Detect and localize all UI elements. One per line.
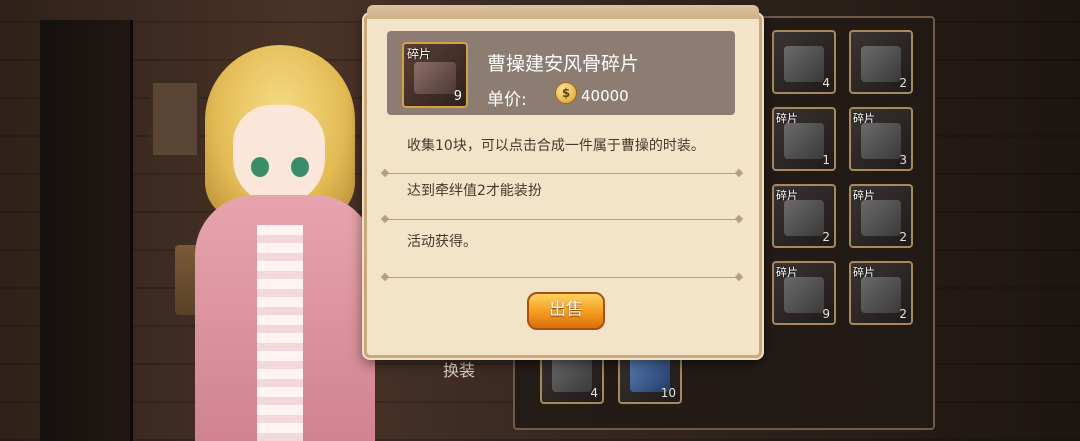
fragment-slot[interactable]: 碎片 1 [772, 107, 836, 171]
fragment-count: 2 [899, 76, 907, 90]
fragment-slot[interactable]: 碎片 9 [772, 261, 836, 325]
description-line: 活动获得。 [407, 234, 477, 250]
separator [385, 173, 739, 174]
description-line: 达到牵绊值2才能装扮 [407, 183, 542, 199]
character-face [233, 105, 325, 205]
fragment-count: 2 [899, 230, 907, 244]
fragment-slot[interactable]: 碎片 3 [849, 107, 913, 171]
fragment-icon [784, 277, 824, 313]
character-eye-right [291, 157, 309, 177]
fragment-count: 3 [899, 153, 907, 167]
fragment-count: 4 [590, 386, 598, 400]
fragment-count: 2 [822, 230, 830, 244]
fragment-count: 2 [899, 307, 907, 321]
fragment-icon [861, 46, 901, 82]
item-fragment-tag: 碎片 [407, 47, 432, 61]
item-header: 碎片 9 曹操建安风骨碎片 单价: $ 40000 [387, 31, 735, 115]
description-line: 收集10块，可以点击合成一件属于曹操的时装。 [407, 138, 705, 154]
item-detail-dialog: 碎片 9 曹操建安风骨碎片 单价: $ 40000 收集10块，可以点击合成一件… [364, 5, 762, 358]
fragment-icon [784, 46, 824, 82]
dialog-top-ornament [367, 5, 759, 19]
fragment-count: 1 [822, 153, 830, 167]
fragment-icon [552, 356, 592, 392]
fragment-count: 10 [660, 386, 676, 400]
room-door [40, 20, 133, 441]
equip-label[interactable]: 换装 [443, 357, 475, 381]
item-icon: 碎片 9 [402, 42, 468, 108]
fragment-slot[interactable]: 碎片 2 [772, 184, 836, 248]
fragment-slot[interactable]: 碎片 2 [849, 184, 913, 248]
fragment-icon [784, 200, 824, 236]
fragment-count: 4 [822, 76, 830, 90]
fragment-icon [784, 123, 824, 159]
fragment-slot[interactable]: 碎片 2 [849, 261, 913, 325]
fragment-art-icon [414, 62, 456, 94]
fragment-icon [861, 123, 901, 159]
fragment-icon [861, 277, 901, 313]
character-illustration [195, 45, 385, 441]
fragment-count: 9 [822, 307, 830, 321]
separator [385, 219, 739, 220]
character-eye-left [251, 157, 269, 177]
price-value: 40000 [581, 87, 629, 105]
item-name: 曹操建安风骨碎片 [487, 53, 640, 75]
coin-icon: $ [555, 82, 577, 104]
item-count: 9 [453, 89, 462, 104]
sell-button[interactable]: 出售 [527, 292, 605, 330]
separator [385, 277, 739, 278]
fragment-slot[interactable]: 4 [772, 30, 836, 94]
fragment-icon [861, 200, 901, 236]
price-label: 单价: [487, 90, 527, 110]
fragment-slot[interactable]: 2 [849, 30, 913, 94]
wall-picture-frame [150, 80, 200, 158]
character-robe-lace [257, 225, 303, 441]
